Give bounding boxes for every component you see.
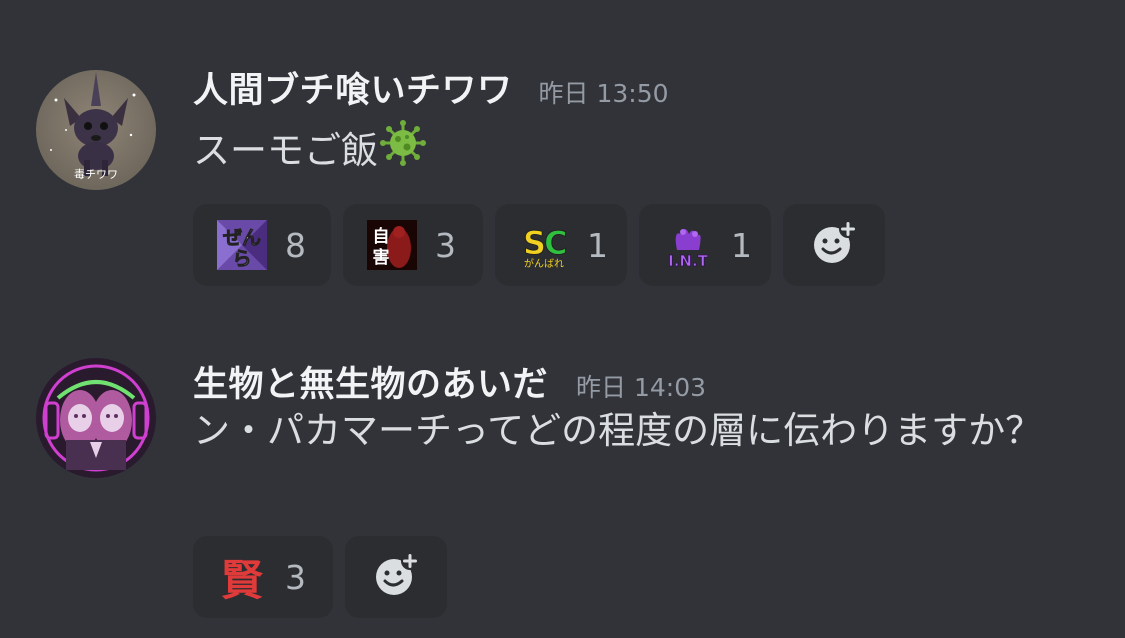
svg-text:ぜん: ぜん <box>223 227 261 249</box>
svg-text:I.N.T: I.N.T <box>668 252 709 270</box>
add-reaction-icon <box>810 219 858 271</box>
reactions-bar: ぜん ら 8 自 害 3 S C がんばれ 1 I.N.T 1 <box>193 204 885 286</box>
ken-custom-emoji: 賢 <box>220 555 263 605</box>
svg-text:自: 自 <box>373 226 390 247</box>
reaction-count: 3 <box>285 557 306 597</box>
reaction-count: 8 <box>285 225 306 265</box>
svg-text:S: S <box>523 224 546 262</box>
reaction-zenra[interactable]: ぜん ら 8 <box>193 204 331 286</box>
add-reaction-button[interactable] <box>783 204 885 286</box>
timestamp: 昨日 14:03 <box>576 373 707 402</box>
message-content: スーモご飯 <box>193 120 426 185</box>
username[interactable]: 人間ブチ喰いチワワ <box>193 62 513 113</box>
chihuahua-avatar-image: 毒チワワ <box>36 70 156 190</box>
add-reaction-button[interactable] <box>345 536 447 618</box>
reaction-sc[interactable]: S C がんばれ 1 <box>495 204 627 286</box>
avatar[interactable]: 毒チワワ <box>36 70 156 190</box>
message-content: ン・パカマーチってどの程度の層に伝わりますか？ <box>193 400 1093 462</box>
reaction-count: 3 <box>435 225 456 265</box>
svg-text:害: 害 <box>373 247 390 268</box>
zenra-custom-emoji: ぜん ら <box>217 220 267 270</box>
svg-text:C: C <box>544 224 567 262</box>
virus-icon <box>380 120 426 185</box>
twin-girls-avatar-image <box>36 358 156 478</box>
message-text: ン・パカマーチってどの程度の層に伝わりますか？ <box>193 409 1043 452</box>
reaction-ken[interactable]: 賢 3 <box>193 536 333 618</box>
sc-ganbare-custom-emoji: S C がんばれ <box>519 220 569 271</box>
svg-text:がんばれ: がんばれ <box>524 257 564 270</box>
message-header: 人間ブチ喰いチワワ 昨日 13:50 <box>193 62 669 113</box>
reaction-count: 1 <box>731 225 752 265</box>
message: 生物と無生物のあいだ 昨日 14:03 ン・パカマーチってどの程度の層に伝わりま… <box>0 330 1125 638</box>
reaction-count: 1 <box>587 225 608 265</box>
svg-text:ら: ら <box>232 248 251 270</box>
reaction-jigai[interactable]: 自 害 3 <box>343 204 483 286</box>
add-reaction-icon <box>372 551 420 603</box>
avatar[interactable] <box>36 358 156 478</box>
message: 毒チワワ 人間ブチ喰いチワワ 昨日 13:50 スーモご飯 ぜん ら 8 自 害… <box>0 0 1125 310</box>
int-custom-emoji: I.N.T <box>663 220 713 270</box>
message-text: スーモご飯 <box>193 129 378 172</box>
reactions-bar: 賢 3 <box>193 536 447 618</box>
timestamp: 昨日 13:50 <box>538 79 669 108</box>
reaction-int[interactable]: I.N.T 1 <box>639 204 771 286</box>
svg-text:毒チワワ: 毒チワワ <box>74 168 118 181</box>
jigai-custom-emoji: 自 害 <box>367 220 417 270</box>
